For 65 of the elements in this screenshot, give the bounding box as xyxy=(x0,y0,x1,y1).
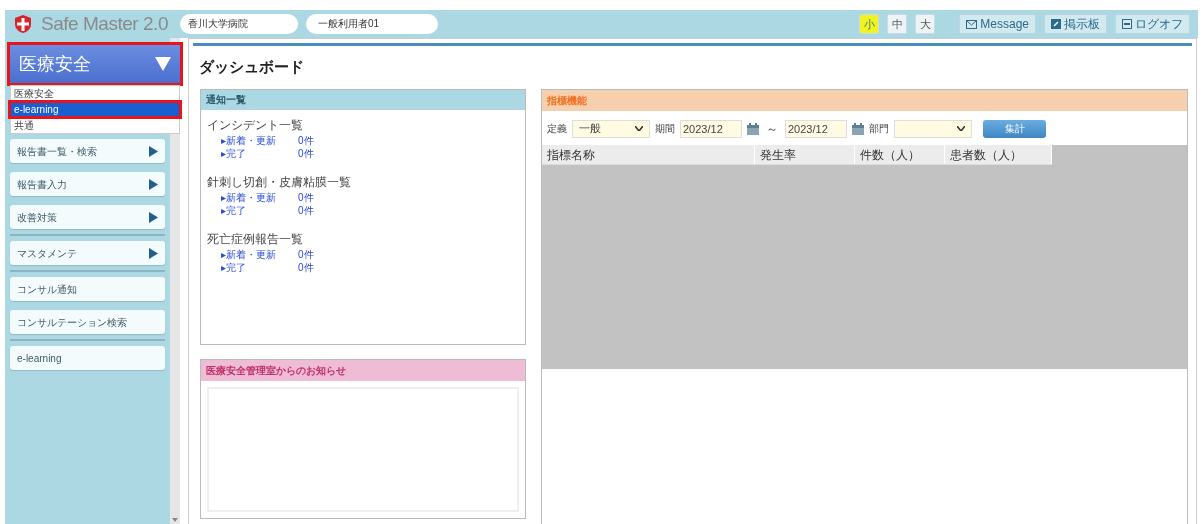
sidebar-menu-item[interactable]: コンサルテーション検索 xyxy=(10,310,165,334)
range-separator: ～ xyxy=(766,120,778,138)
submenu-arrow-icon xyxy=(149,178,158,190)
filter-label: 期間 xyxy=(655,122,675,136)
notice-group-title: 針刺し切創・皮膚粘膜一覧 xyxy=(207,173,351,191)
header-action-button[interactable]: 掲示板 xyxy=(1044,14,1107,34)
font-size-button[interactable]: 小 xyxy=(859,14,880,34)
column-header: 指標名称 xyxy=(542,144,755,164)
category-dropdown[interactable]: 医療安全 xyxy=(10,45,180,83)
header-action-button[interactable]: Message xyxy=(959,14,1036,34)
filter-label: 部門 xyxy=(869,122,889,136)
submenu-arrow-icon xyxy=(149,145,158,157)
caret-icon xyxy=(957,126,965,131)
header-action-button[interactable]: ログオフ xyxy=(1115,14,1190,34)
sidebar-menu-item[interactable]: 改善対策 xyxy=(10,205,165,229)
sidebar-menu-item[interactable]: 報告書一覧・検索 xyxy=(10,139,165,163)
notice-count: 0件 xyxy=(298,133,314,148)
hospital-label: 香川大学病院 xyxy=(180,14,298,34)
definition-select[interactable]: 一般 xyxy=(572,119,650,138)
calendar-icon[interactable] xyxy=(852,122,864,135)
notice-link[interactable]: ▸完了 xyxy=(221,259,298,275)
date-field[interactable]: 2023/12 xyxy=(680,119,742,138)
submenu-arrow-icon xyxy=(149,211,158,223)
notice-group-title: 死亡症例報告一覧 xyxy=(207,230,303,248)
panel-header: 指標機能 xyxy=(542,89,1187,111)
sidebar-menu-item[interactable]: コンサル通知 xyxy=(10,277,165,301)
font-size-button[interactable]: 大 xyxy=(915,14,936,34)
notice-link[interactable]: ▸新着・更新 xyxy=(221,189,298,205)
date-field[interactable]: 2023/12 xyxy=(785,119,847,138)
shield-cross-icon xyxy=(13,14,33,34)
notice-group-title: インシデント一覧 xyxy=(207,116,303,134)
dropdown-option[interactable]: e-learning xyxy=(11,103,179,116)
notice-count: 0件 xyxy=(298,260,314,275)
sidebar-menu-item[interactable]: 報告書入力 xyxy=(10,172,165,196)
dropdown-triangle-icon xyxy=(155,57,171,71)
dropdown-option[interactable]: 医療安全 xyxy=(11,87,179,100)
calendar-icon[interactable] xyxy=(747,122,759,135)
scroll-down-icon[interactable] xyxy=(172,518,178,522)
sidebar-menu-item[interactable]: マスタメンテ xyxy=(10,241,165,265)
notice-link[interactable]: ▸新着・更新 xyxy=(221,132,298,148)
app-logo: Safe Master 2.0 xyxy=(41,11,168,36)
edit-icon xyxy=(1051,19,1061,29)
panel-header: 通知一覧 xyxy=(201,89,525,110)
user-label: 一般利用者01 xyxy=(306,14,438,34)
column-header: 発生率 xyxy=(755,144,855,164)
exit-icon xyxy=(1122,19,1132,29)
dropdown-option[interactable]: 共通 xyxy=(11,119,179,132)
notice-count: 0件 xyxy=(298,146,314,161)
submenu-arrow-icon xyxy=(149,247,158,259)
notice-count: 0件 xyxy=(298,203,314,218)
notice-link[interactable]: ▸新着・更新 xyxy=(221,246,298,262)
filter-label: 定義 xyxy=(547,122,567,136)
column-header: 患者数（人） xyxy=(945,144,1052,164)
scrollbar[interactable] xyxy=(170,38,180,524)
envelope-icon xyxy=(966,19,978,29)
notice-link[interactable]: ▸完了 xyxy=(221,145,298,161)
notice-link[interactable]: ▸完了 xyxy=(221,202,298,218)
notice-count: 0件 xyxy=(298,247,314,262)
column-header: 件数（人） xyxy=(855,144,945,164)
notice-count: 0件 xyxy=(298,190,314,205)
sidebar-menu-item[interactable]: e-learning xyxy=(10,346,165,370)
panel-header: 医療安全管理室からのお知らせ xyxy=(201,359,525,381)
caret-icon xyxy=(635,126,643,131)
page-title: ダッシュボード xyxy=(199,57,304,77)
font-size-button[interactable]: 中 xyxy=(887,14,908,34)
